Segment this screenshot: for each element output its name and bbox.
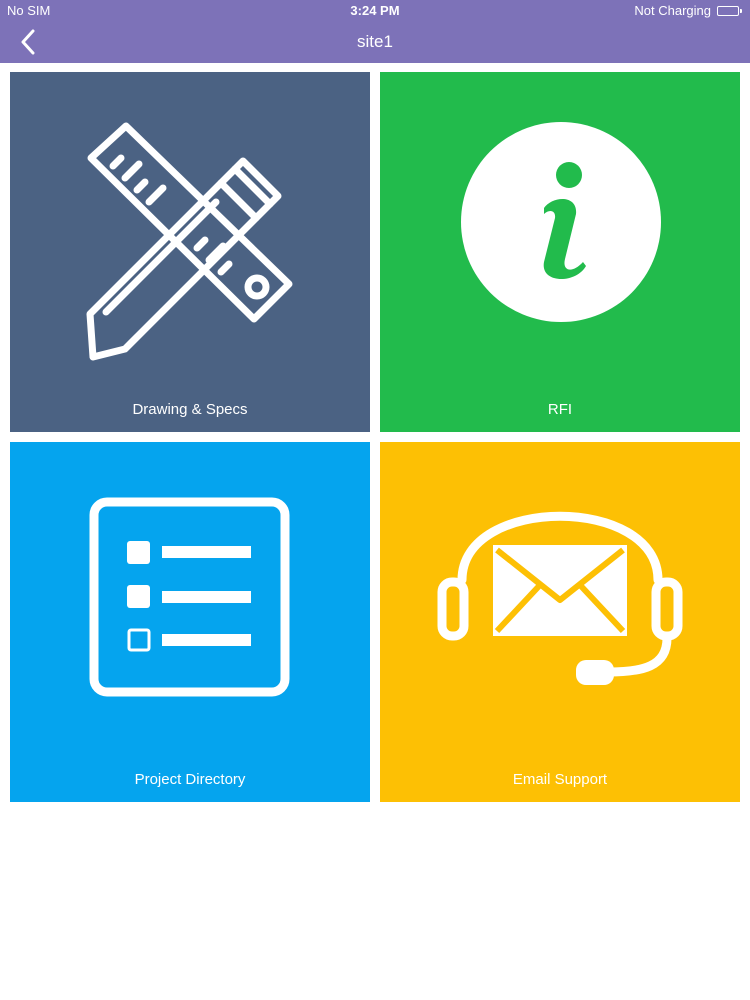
tile-label: Project Directory [134,771,246,788]
tile-label: RFI [547,401,573,418]
info-icon [461,122,661,322]
page-title: site1 [357,32,393,51]
tile-label: Drawing & Specs [132,401,248,418]
app-header: No SIM 3:24 PM Not Charging site1 [0,0,750,63]
tile-drawing-specs[interactable]: Drawing & Specs [10,72,370,432]
status-right: Not Charging [634,3,742,18]
battery-nub [740,8,742,13]
tile-email-support[interactable]: Email Support [380,442,740,802]
battery-icon [717,5,739,16]
nav-bar: site1 [0,22,750,63]
tile-rfi[interactable]: RFI [380,72,740,432]
status-bar: No SIM 3:24 PM Not Charging [0,0,750,22]
tile-project-directory[interactable]: Project Directory [10,442,370,802]
charging-status: Not Charging [634,3,711,18]
tile-label: Email Support [512,771,608,788]
headset-mail-icon [437,511,683,685]
pencil-ruler-icon [86,122,293,361]
checklist-icon [89,497,290,697]
